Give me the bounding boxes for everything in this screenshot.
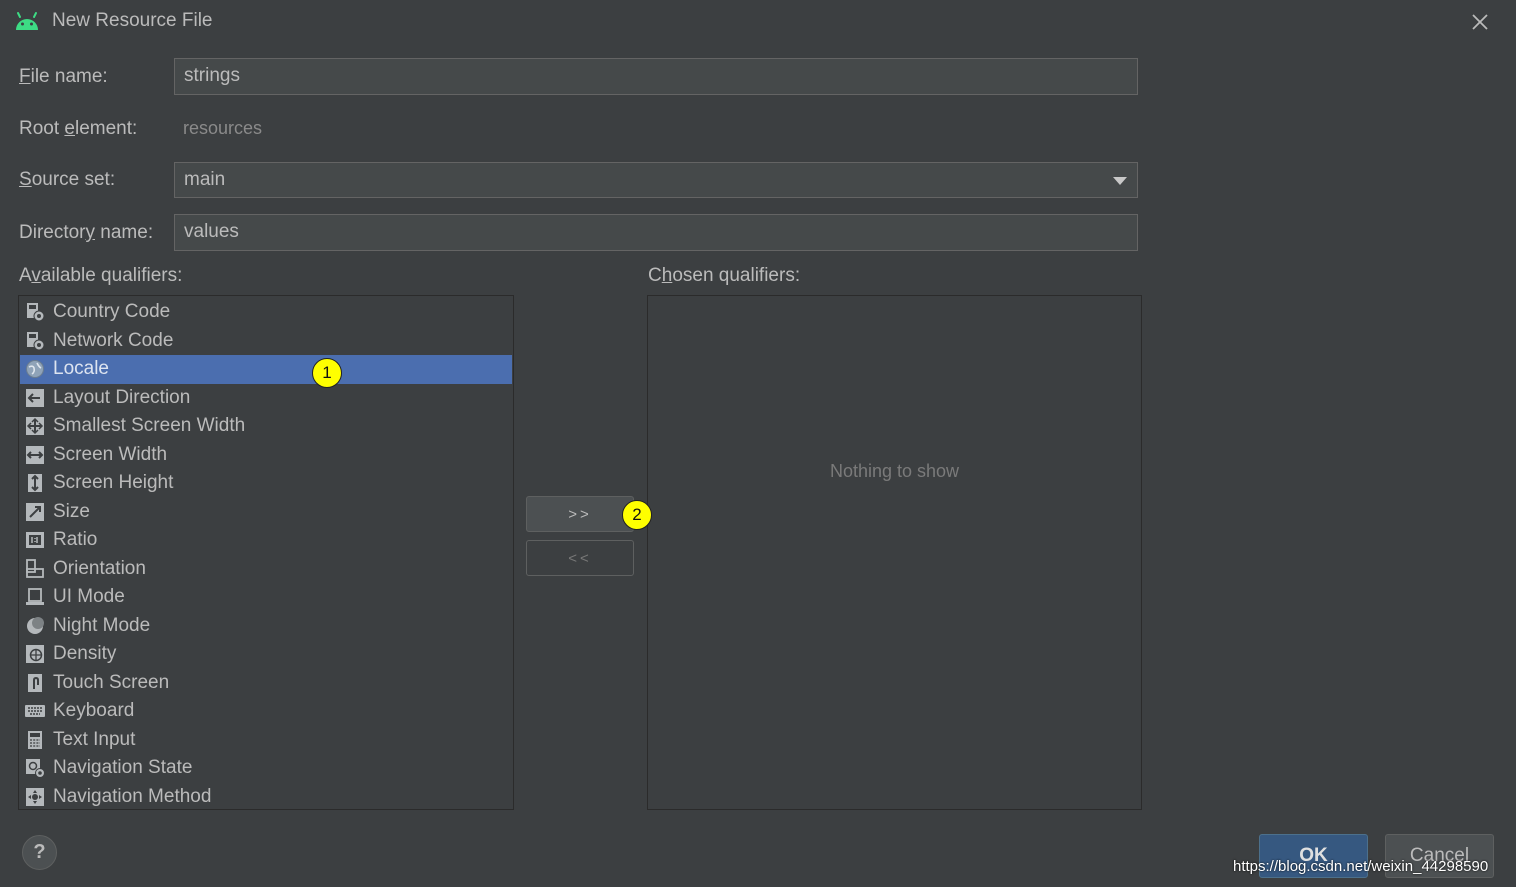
smallest-screen-width-icon — [25, 415, 45, 437]
file-name-input[interactable]: strings — [174, 58, 1138, 95]
available-qualifiers-list[interactable]: Country Code Network Code Locale Layout Dir… — [18, 295, 514, 810]
list-item-label: Orientation — [53, 557, 146, 579]
list-item-label: Touch Screen — [53, 671, 170, 693]
list-item-label: Country Code — [53, 301, 171, 323]
list-item-label: Size — [53, 500, 90, 522]
list-item[interactable]: Text Input — [20, 726, 512, 755]
list-item[interactable]: Locale — [20, 355, 512, 384]
list-item[interactable]: Ratio — [20, 526, 512, 555]
list-item[interactable]: Country Code — [20, 298, 512, 327]
list-item-label: Density — [53, 643, 117, 665]
ratio-icon — [25, 529, 45, 551]
night-mode-icon — [25, 615, 45, 637]
navigation-method-icon — [25, 786, 45, 808]
available-qualifiers-label: Available qualifiers: — [19, 265, 183, 286]
layout-direction-icon — [25, 387, 45, 409]
android-icon — [14, 10, 40, 32]
close-button[interactable] — [1464, 6, 1496, 38]
list-item-label: Text Input — [53, 728, 136, 750]
help-button[interactable]: ? — [22, 835, 57, 870]
list-item[interactable]: Keyboard — [20, 697, 512, 726]
list-item-label: Locale — [53, 358, 109, 380]
list-item[interactable]: Layout Direction — [20, 384, 512, 413]
list-item[interactable]: Screen Width — [20, 441, 512, 470]
screen-height-icon — [25, 472, 45, 494]
ui-mode-icon — [25, 586, 45, 608]
annotation-badge-1: 1 — [312, 358, 342, 388]
list-item-label: Screen Height — [53, 472, 174, 494]
root-element-label: Root element: — [19, 118, 138, 139]
navigation-state-icon — [25, 757, 45, 779]
chosen-qualifiers-label: Chosen qualifiers: — [648, 265, 801, 286]
list-item-label: Network Code — [53, 329, 174, 351]
chosen-qualifiers-list[interactable]: Nothing to show — [647, 295, 1142, 810]
list-item-label: Night Mode — [53, 614, 151, 636]
list-item[interactable]: Orientation — [20, 555, 512, 584]
list-item[interactable]: Smallest Screen Width — [20, 412, 512, 441]
source-set-dropdown[interactable]: main — [174, 162, 1138, 198]
orientation-icon — [25, 558, 45, 580]
globe-icon — [25, 358, 45, 380]
list-item-label: Screen Width — [53, 443, 168, 465]
empty-state-text: Nothing to show — [829, 461, 960, 481]
list-item-label: Layout Direction — [53, 386, 191, 408]
directory-name-input[interactable]: values — [174, 214, 1138, 251]
list-item-label: Navigation Method — [53, 785, 212, 807]
list-item-label: Navigation State — [53, 757, 193, 779]
file-name-label: File name: — [19, 66, 108, 87]
list-item[interactable]: Touch Screen — [20, 669, 512, 698]
dialog-title: New Resource File — [52, 10, 213, 31]
country-code-icon — [25, 301, 45, 323]
text-input-icon — [25, 729, 45, 751]
list-item[interactable]: Night Mode — [20, 612, 512, 641]
annotation-badge-2: 2 — [622, 500, 652, 530]
list-item-label: Smallest Screen Width — [53, 415, 246, 437]
list-item[interactable]: Navigation State — [20, 754, 512, 783]
chevron-down-icon — [1113, 177, 1127, 185]
list-item-label: Keyboard — [53, 700, 135, 722]
list-item[interactable]: Size — [20, 498, 512, 527]
remove-qualifier-button[interactable]: << — [526, 540, 634, 576]
list-item[interactable]: UI Mode — [20, 583, 512, 612]
source-set-label: Source set: — [19, 169, 116, 190]
list-item[interactable]: Navigation Method — [20, 783, 512, 810]
network-code-icon — [25, 330, 45, 352]
directory-name-label: Directory name: — [19, 222, 154, 243]
list-item[interactable]: Density — [20, 640, 512, 669]
title-bar: New Resource File — [0, 0, 1516, 44]
add-qualifier-button[interactable]: >> — [526, 496, 634, 532]
density-icon — [25, 643, 45, 665]
keyboard-icon — [25, 700, 45, 722]
list-item[interactable]: Screen Height — [20, 469, 512, 498]
watermark-text: https://blog.csdn.net/weixin_44298590 — [1233, 858, 1489, 875]
list-item-label: Ratio — [53, 529, 98, 551]
source-set-value: main — [184, 169, 226, 190]
list-item-label: UI Mode — [53, 586, 125, 608]
size-icon — [25, 501, 45, 523]
touch-screen-icon — [25, 672, 45, 694]
close-icon — [1472, 14, 1488, 30]
root-element-value: resources — [183, 118, 263, 138]
screen-width-icon — [25, 444, 45, 466]
list-item[interactable]: Network Code — [20, 327, 512, 356]
